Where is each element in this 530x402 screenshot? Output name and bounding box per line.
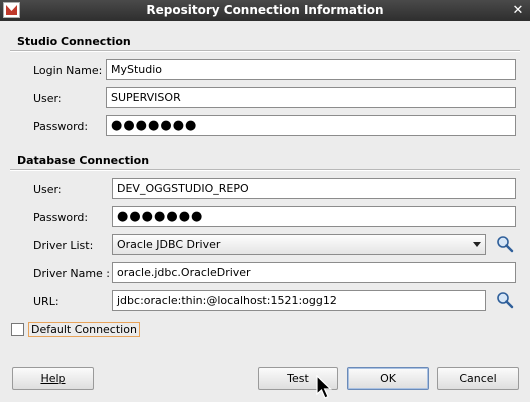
studio-user-label: User: [33,92,62,105]
url-label: URL: [33,295,59,308]
help-button-label: Help [40,372,66,385]
mouse-pointer-icon [316,375,332,399]
db-user-label: User: [33,183,62,196]
driver-list-select[interactable]: Oracle JDBC Driver [112,234,486,255]
window-title: Repository Connection Information [146,3,384,17]
database-connection-heading: Database Connection [17,154,150,167]
ok-button-label: OK [380,372,396,385]
cancel-button-label: Cancel [459,372,497,385]
oracle-app-icon [3,2,20,18]
close-icon[interactable]: ✕ [510,3,526,18]
driver-list-selected-value: Oracle JDBC Driver [117,238,221,251]
help-button[interactable]: Help [12,367,94,390]
default-connection-label[interactable]: Default Connection [28,322,140,337]
login-name-field[interactable]: MyStudio [106,59,516,80]
driver-name-field[interactable]: oracle.jdbc.OracleDriver [112,262,516,283]
studio-password-label: Password: [33,120,89,133]
section-divider [10,50,520,52]
default-connection-checkbox[interactable] [11,323,24,336]
cancel-button[interactable]: Cancel [437,367,519,390]
url-field[interactable]: jdbc:oracle:thin:@localhost:1521:ogg12 [112,290,486,311]
title-bar: Repository Connection Information ✕ [0,0,530,21]
studio-password-field[interactable]: ●●●●●●● [106,115,516,136]
studio-user-field[interactable]: SUPERVISOR [106,87,516,108]
db-user-field[interactable]: DEV_OGGSTUDIO_REPO [112,178,516,199]
dialog-window: Repository Connection Information ✕ Stud… [0,0,530,402]
studio-connection-heading: Studio Connection [17,35,131,48]
section-divider [10,169,520,171]
db-password-field[interactable]: ●●●●●●● [112,206,516,227]
chevron-down-icon [473,242,481,247]
magnifier-icon[interactable] [496,235,514,253]
login-name-label: Login Name: [33,64,103,77]
db-password-label: Password: [33,211,89,224]
test-button-label: Test [287,372,309,385]
driver-name-label: Driver Name : [33,267,110,280]
magnifier-icon[interactable] [496,291,514,309]
driver-list-label: Driver List: [33,239,94,252]
ok-button[interactable]: OK [347,367,429,390]
